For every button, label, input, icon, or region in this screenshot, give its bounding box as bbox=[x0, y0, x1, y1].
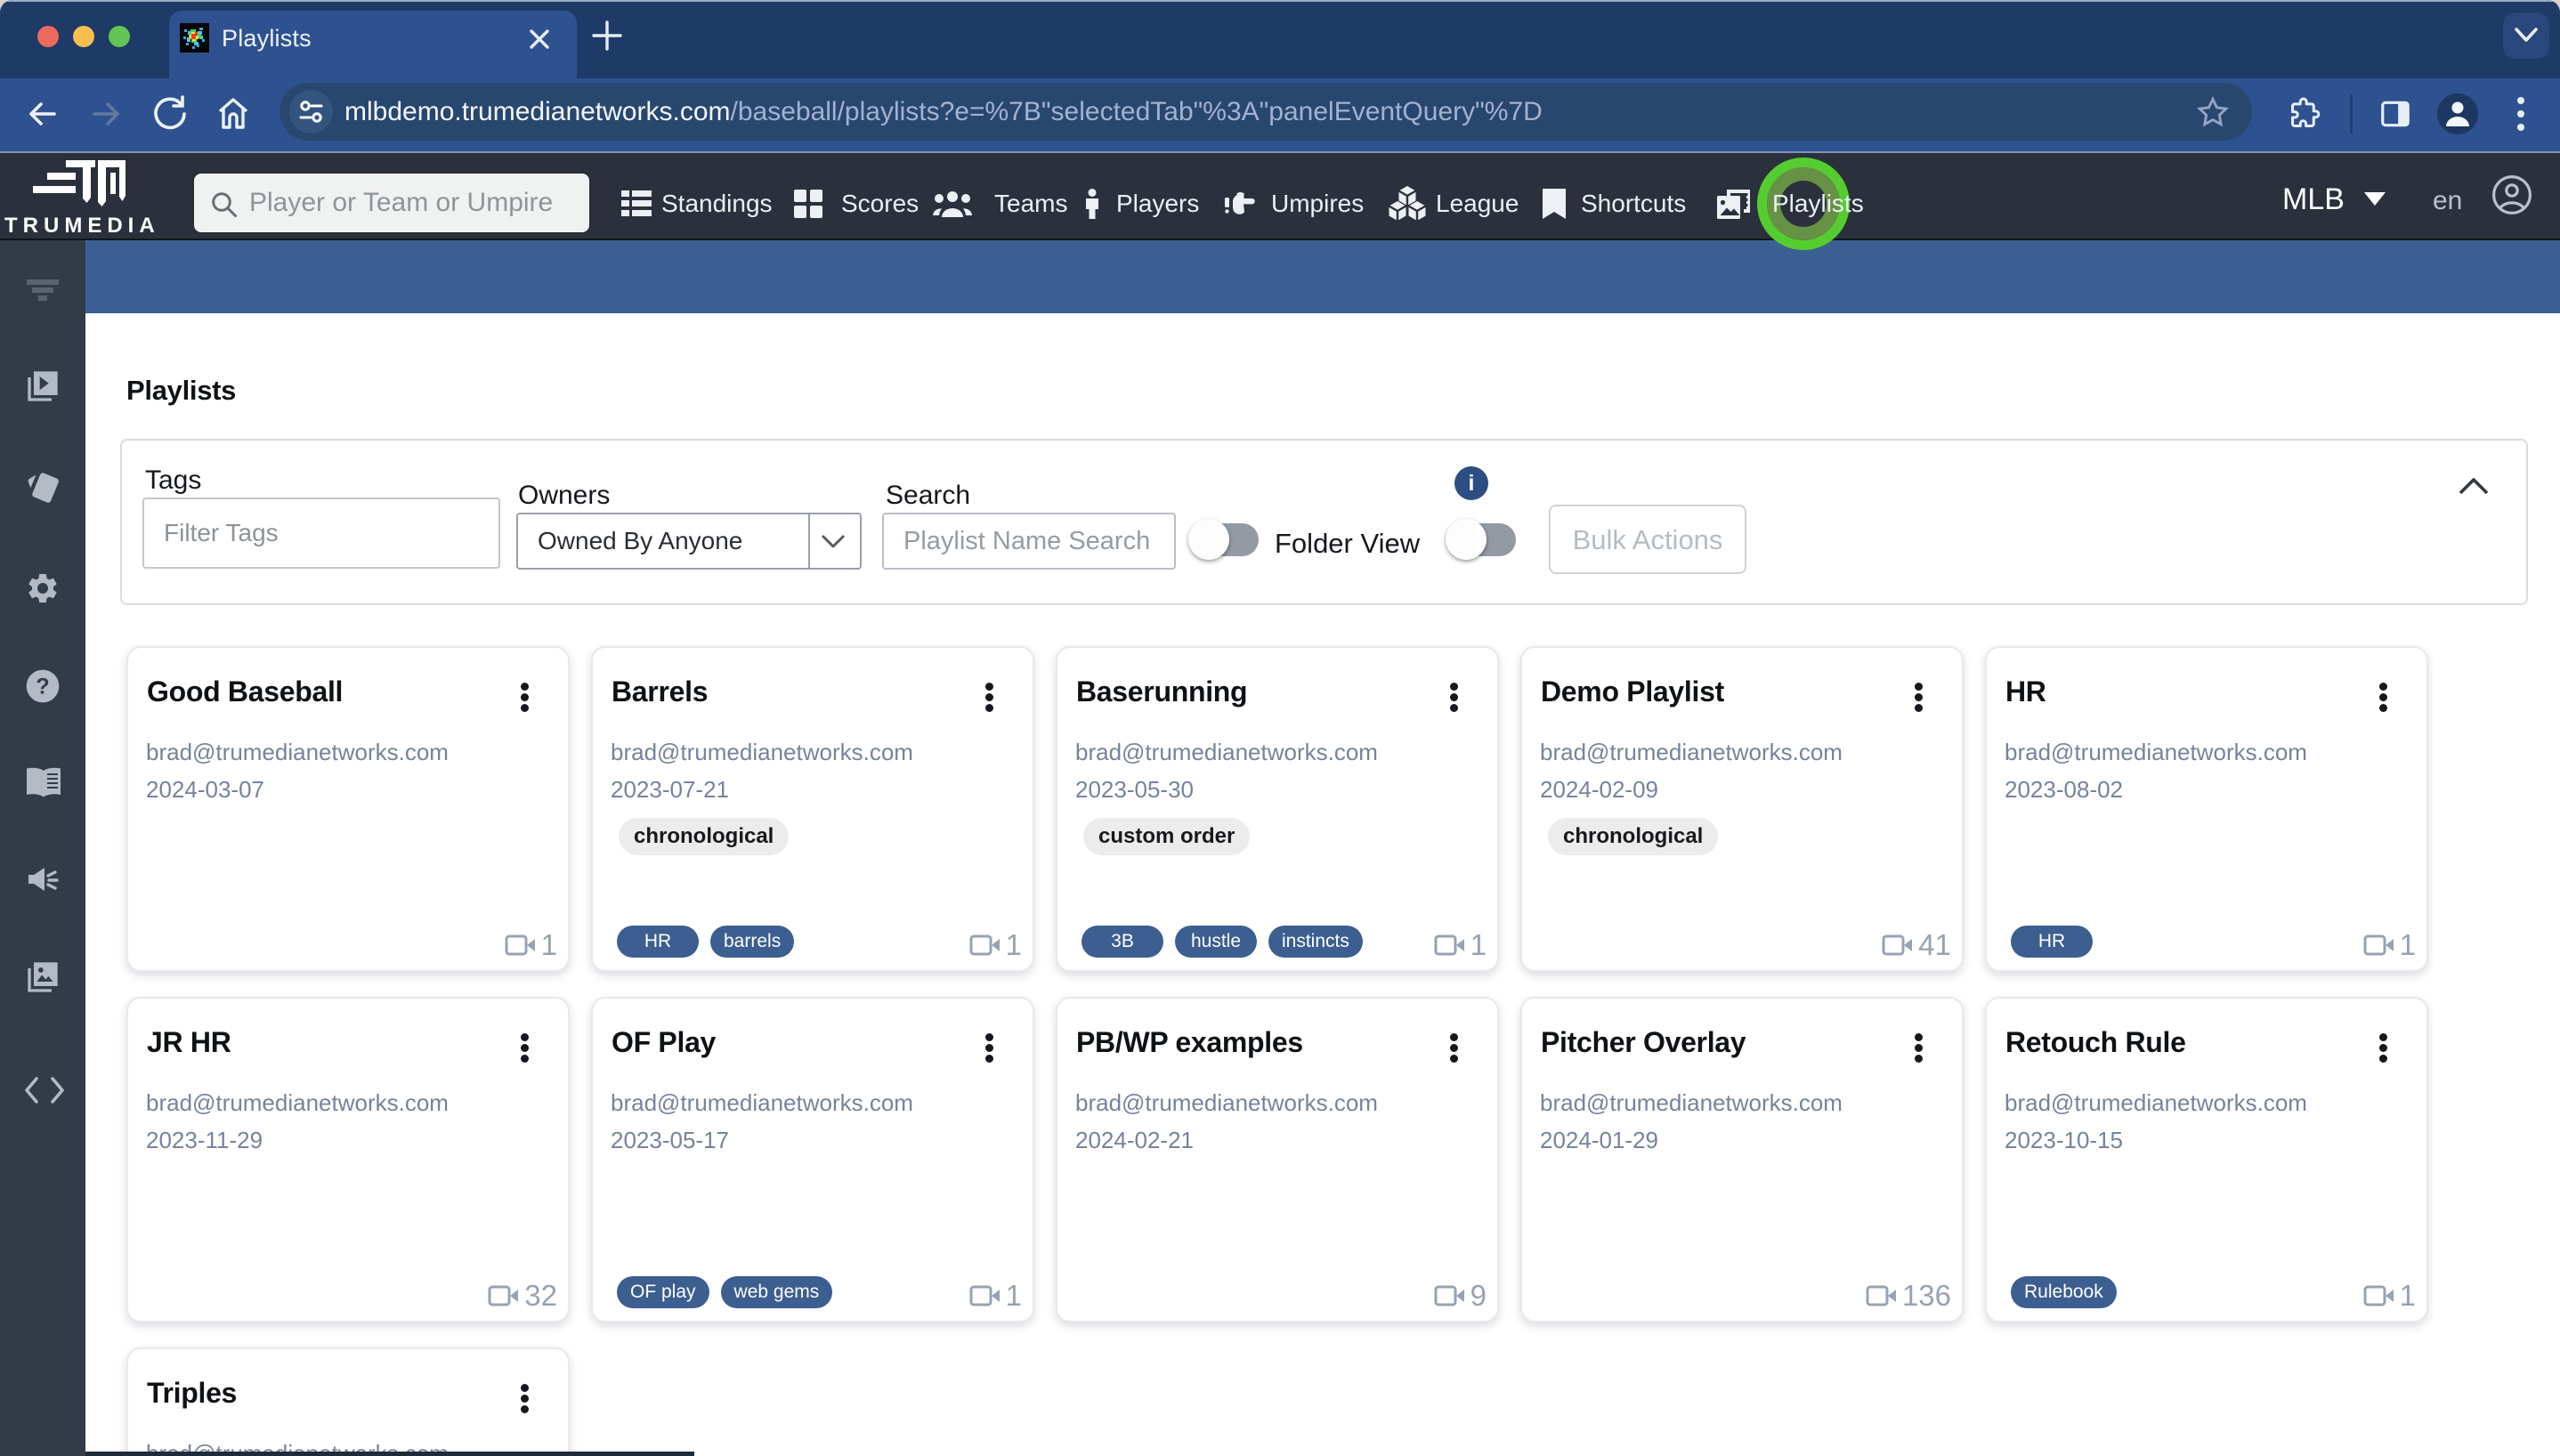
svg-text:?: ? bbox=[36, 675, 49, 700]
